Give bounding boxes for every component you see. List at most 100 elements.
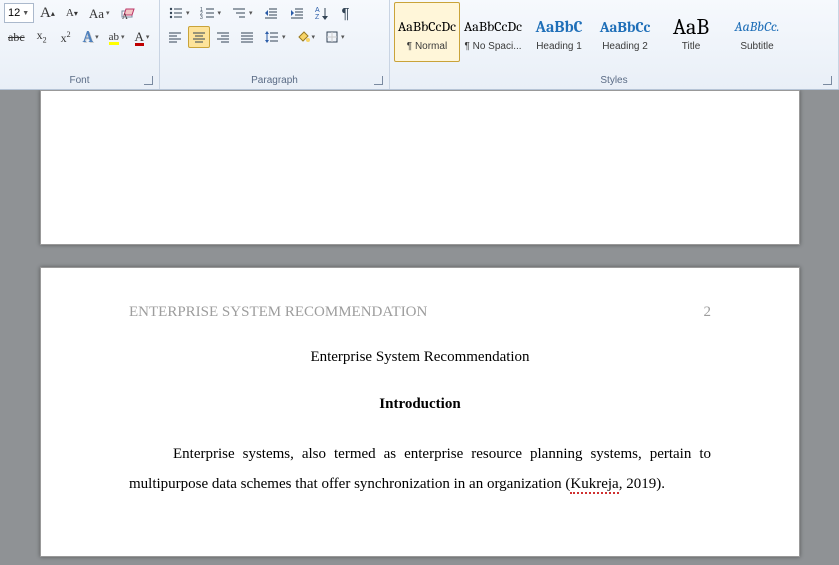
- grow-font-button[interactable]: A ▴: [36, 2, 59, 24]
- running-head: ENTERPRISE SYSTEM RECOMMENDATION: [129, 304, 427, 321]
- chevron-down-icon: ▼: [22, 10, 29, 17]
- paragraph-group: ▾ 123 ▾ ▾ AZ: [160, 0, 390, 89]
- justify-icon: [240, 30, 254, 44]
- increase-indent-button[interactable]: [285, 2, 309, 24]
- style-preview: AaBbCc: [600, 13, 651, 41]
- shrink-font-icon: A: [66, 8, 74, 19]
- document-area[interactable]: ENTERPRISE SYSTEM RECOMMENDATION 2 Enter…: [0, 90, 839, 565]
- multilevel-icon: [231, 6, 247, 20]
- numbering-icon: 123: [200, 6, 216, 20]
- strikethrough-icon: abc: [8, 31, 25, 43]
- grow-font-icon: A: [40, 6, 51, 21]
- sort-icon: AZ: [315, 6, 329, 20]
- pilcrow-icon: ¶: [342, 5, 350, 22]
- bullets-icon: [168, 6, 184, 20]
- eraser-icon: A: [120, 5, 136, 21]
- svg-text:A: A: [315, 7, 320, 14]
- font-color-button[interactable]: A ▾: [131, 26, 154, 48]
- change-case-icon: Aa: [89, 7, 104, 20]
- justify-button[interactable]: [236, 26, 258, 48]
- style-label: ¶ Normal: [407, 41, 447, 52]
- style-heading-1[interactable]: AaBbC Heading 1: [526, 2, 592, 62]
- line-spacing-button[interactable]: ▾: [260, 26, 290, 48]
- style-preview: AaBbCcDc: [464, 13, 522, 41]
- align-right-button[interactable]: [212, 26, 234, 48]
- style-label: Subtitle: [740, 41, 773, 52]
- subscript-icon: x2: [37, 29, 47, 44]
- multilevel-list-button[interactable]: ▾: [227, 2, 257, 24]
- page-2[interactable]: ENTERPRISE SYSTEM RECOMMENDATION 2 Enter…: [40, 267, 800, 557]
- svg-text:Z: Z: [315, 14, 320, 20]
- style-preview: AaB: [673, 13, 709, 41]
- increase-indent-icon: [289, 6, 305, 20]
- borders-button[interactable]: ▾: [321, 26, 349, 48]
- styles-group-label: Styles: [394, 73, 834, 89]
- font-size-value: 12: [8, 7, 20, 19]
- style-preview: AaBbCc.: [735, 13, 780, 41]
- text-effects-icon: A: [83, 28, 93, 46]
- body-paragraph[interactable]: Enterprise systems, also termed as enter…: [129, 439, 711, 499]
- align-left-icon: [168, 30, 182, 44]
- borders-icon: [325, 30, 339, 44]
- style-title[interactable]: AaB Title: [658, 2, 724, 62]
- chevron-down-icon: ▾: [186, 9, 190, 17]
- style-label: Heading 1: [536, 41, 582, 52]
- style-preview: AaBbCcDc: [398, 13, 456, 41]
- font-size-input[interactable]: 12 ▼: [4, 3, 34, 23]
- style-preview: AaBbC: [536, 13, 583, 41]
- body-text-post: , 2019).: [619, 476, 665, 492]
- chevron-down-icon: ▾: [312, 33, 316, 41]
- superscript-icon: x2: [61, 31, 71, 44]
- style-no-spacing[interactable]: AaBbCcDc ¶ No Spaci...: [460, 2, 526, 62]
- superscript-button[interactable]: x2: [55, 26, 77, 48]
- svg-text:A: A: [122, 12, 128, 21]
- line-spacing-icon: [264, 30, 280, 44]
- strikethrough-button[interactable]: abc: [4, 26, 29, 48]
- style-label: ¶ No Spaci...: [464, 41, 521, 52]
- style-normal[interactable]: AaBbCcDc ¶ Normal: [394, 2, 460, 62]
- numbering-button[interactable]: 123 ▾: [196, 2, 226, 24]
- align-center-icon: [192, 30, 206, 44]
- font-group-label: Font: [4, 73, 155, 89]
- page-number: 2: [704, 304, 712, 321]
- chevron-down-icon: ▾: [282, 33, 286, 41]
- shading-button[interactable]: ▾: [292, 26, 320, 48]
- ribbon: 12 ▼ A ▴ A ▾ Aa ▾: [0, 0, 839, 90]
- page-1[interactable]: [40, 90, 800, 245]
- styles-gallery[interactable]: AaBbCcDc ¶ Normal AaBbCcDc ¶ No Spaci...…: [394, 2, 790, 62]
- section-heading[interactable]: Introduction: [129, 396, 711, 413]
- document-title[interactable]: Enterprise System Recommendation: [129, 349, 711, 366]
- chevron-down-icon: ▾: [341, 33, 345, 41]
- paragraph-group-label: Paragraph: [164, 73, 385, 89]
- style-heading-2[interactable]: AaBbCc Heading 2: [592, 2, 658, 62]
- text-effects-button[interactable]: A ▾: [79, 26, 103, 48]
- decrease-indent-icon: [263, 6, 279, 20]
- align-center-button[interactable]: [188, 26, 210, 48]
- highlight-button[interactable]: ab ▾: [105, 26, 129, 48]
- chevron-down-icon: ▾: [121, 33, 125, 41]
- chevron-down-icon: ▾: [146, 33, 150, 41]
- chevron-down-icon: ▾: [95, 33, 99, 41]
- align-right-icon: [216, 30, 230, 44]
- chevron-down-icon: ▾: [249, 9, 253, 17]
- shrink-font-button[interactable]: A ▾: [61, 2, 83, 24]
- font-color-icon: A: [135, 30, 144, 44]
- bullets-button[interactable]: ▾: [164, 2, 194, 24]
- subscript-button[interactable]: x2: [31, 26, 53, 48]
- sort-button[interactable]: AZ: [311, 2, 333, 24]
- style-label: Title: [682, 41, 701, 52]
- align-left-button[interactable]: [164, 26, 186, 48]
- font-group: 12 ▼ A ▴ A ▾ Aa ▾: [0, 0, 160, 89]
- chevron-down-icon: ▾: [106, 9, 110, 17]
- styles-group: AaBbCcDc ¶ Normal AaBbCcDc ¶ No Spaci...…: [390, 0, 839, 89]
- spellcheck-word[interactable]: Kukreja: [570, 476, 618, 494]
- change-case-button[interactable]: Aa ▾: [85, 2, 114, 24]
- svg-text:3: 3: [200, 15, 203, 20]
- chevron-down-icon: ▾: [218, 9, 222, 17]
- style-label: Heading 2: [602, 41, 648, 52]
- style-subtitle[interactable]: AaBbCc. Subtitle: [724, 2, 790, 62]
- clear-formatting-button[interactable]: A: [116, 2, 140, 24]
- show-marks-button[interactable]: ¶: [335, 2, 357, 24]
- decrease-indent-button[interactable]: [259, 2, 283, 24]
- highlight-icon: ab: [109, 31, 119, 43]
